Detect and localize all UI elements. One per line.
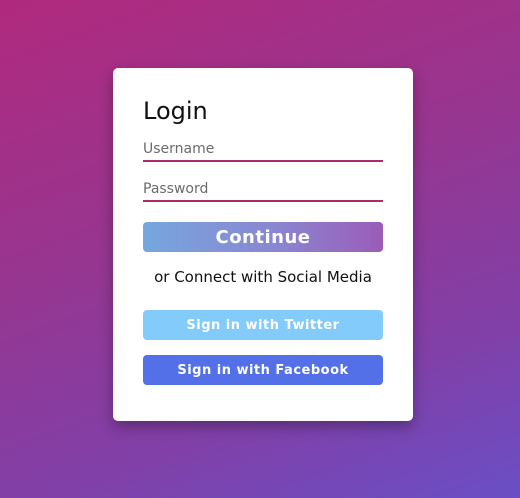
username-field-wrapper	[143, 138, 383, 162]
username-input[interactable]	[143, 138, 383, 160]
facebook-signin-button[interactable]: Sign in with Facebook	[143, 355, 383, 385]
login-title: Login	[143, 97, 208, 125]
twitter-signin-button[interactable]: Sign in with Twitter	[143, 310, 383, 340]
login-card: Login Continue or Connect with Social Me…	[113, 68, 413, 421]
continue-button[interactable]: Continue	[143, 222, 383, 252]
password-input[interactable]	[143, 178, 383, 200]
password-field-wrapper	[143, 178, 383, 202]
social-media-text: or Connect with Social Media	[154, 268, 372, 286]
